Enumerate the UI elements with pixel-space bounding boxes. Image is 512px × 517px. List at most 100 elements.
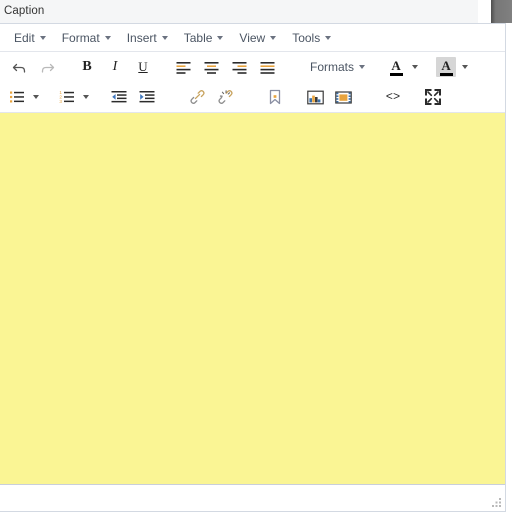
fullscreen-button[interactable] xyxy=(419,84,447,110)
toolbar-row-1: B I U Formats A A xyxy=(0,52,505,82)
menu-item-view-label: View xyxy=(239,30,266,45)
numbered-list-dropdown-arrow[interactable] xyxy=(79,84,93,110)
toolbar-separator xyxy=(61,54,73,80)
caption-label: Caption xyxy=(4,5,45,17)
toolbar-separator xyxy=(43,84,55,110)
underline-icon: U xyxy=(138,59,148,74)
redo-icon xyxy=(41,63,54,73)
numbered-list-button[interactable]: 1 2 3 xyxy=(55,84,79,110)
chevron-down-icon xyxy=(412,65,419,69)
toolbar-row-2: 1 2 3 <> xyxy=(0,82,505,113)
bold-icon: B xyxy=(82,59,92,74)
source-code-icon: <> xyxy=(385,90,401,104)
source-code-button[interactable]: <> xyxy=(379,84,407,110)
chevron-down-icon xyxy=(217,35,224,40)
bullet-list-button[interactable] xyxy=(5,84,29,110)
resize-grip-icon[interactable] xyxy=(490,497,502,509)
bold-button[interactable]: B xyxy=(73,54,101,80)
unlink-button[interactable] xyxy=(211,84,239,110)
menu-item-format-label: Format xyxy=(61,30,100,45)
toolbar-separator xyxy=(422,54,434,80)
formats-label: Formats xyxy=(310,60,355,74)
chevron-down-icon xyxy=(462,65,469,69)
background-color-split-button[interactable]: A xyxy=(434,54,472,80)
formats-dropdown-button[interactable]: Formats xyxy=(303,54,372,80)
chevron-down-icon xyxy=(39,35,46,40)
toolbar-separator xyxy=(157,54,169,80)
menu-item-table[interactable]: Table xyxy=(176,27,232,49)
menu-item-format[interactable]: Format xyxy=(54,27,119,49)
italic-icon: I xyxy=(112,59,118,74)
bullet-list-icon xyxy=(10,91,24,103)
editor-body[interactable] xyxy=(0,113,505,484)
insert-media-button[interactable] xyxy=(329,84,357,110)
toolbar-separator xyxy=(239,84,261,110)
caption-gap xyxy=(478,0,491,23)
menu-item-tools-label: Tools xyxy=(292,30,321,45)
indent-button[interactable] xyxy=(133,84,161,110)
toolbar-separator xyxy=(161,84,183,110)
indent-icon xyxy=(139,91,155,103)
media-icon xyxy=(334,90,352,104)
link-icon xyxy=(189,90,205,104)
background-color-button[interactable]: A xyxy=(434,54,458,80)
background-color-icon: A xyxy=(436,57,457,77)
align-right-button[interactable] xyxy=(225,54,253,80)
align-left-button[interactable] xyxy=(169,54,197,80)
chevron-down-icon xyxy=(83,95,89,99)
numbered-list-split-button[interactable]: 1 2 3 xyxy=(55,84,93,110)
caption-strip: Caption xyxy=(0,0,512,23)
align-center-icon xyxy=(204,61,218,74)
statusbar xyxy=(0,485,505,511)
unlink-icon xyxy=(217,90,233,104)
align-justify-icon xyxy=(260,61,274,74)
text-color-dropdown-arrow[interactable] xyxy=(408,54,422,80)
italic-button[interactable]: I xyxy=(101,54,129,80)
editor-content-area[interactable] xyxy=(0,113,505,485)
svg-text:3: 3 xyxy=(59,99,62,104)
link-button[interactable] xyxy=(183,84,211,110)
chevron-down-icon xyxy=(33,95,39,99)
background-color-dropdown-arrow[interactable] xyxy=(458,54,472,80)
menu-item-view[interactable]: View xyxy=(231,27,284,49)
numbered-list-icon: 1 2 3 xyxy=(59,90,74,104)
scroll-corner-block xyxy=(491,0,512,23)
toolbar-separator xyxy=(289,84,301,110)
toolbar-separator xyxy=(407,84,419,110)
redo-button[interactable] xyxy=(33,54,61,80)
fullscreen-icon xyxy=(425,89,441,105)
toolbar-separator xyxy=(93,84,105,110)
menu-item-edit[interactable]: Edit xyxy=(6,27,54,49)
menu-item-insert[interactable]: Insert xyxy=(119,27,176,49)
tinymce-editor-window: Caption Edit Format Insert Table View To… xyxy=(0,0,512,517)
undo-button[interactable] xyxy=(5,54,33,80)
text-color-button[interactable]: A xyxy=(384,54,408,80)
editor-frame: Edit Format Insert Table View Tools B I … xyxy=(0,23,506,512)
toolbar-separator xyxy=(281,54,303,80)
toolbar-separator xyxy=(357,84,379,110)
chevron-down-icon xyxy=(359,65,366,69)
align-right-icon xyxy=(232,61,246,74)
align-left-icon xyxy=(176,61,190,74)
image-icon xyxy=(306,90,324,104)
text-color-icon: A xyxy=(386,57,406,77)
toolbar-separator xyxy=(372,54,384,80)
menu-item-table-label: Table xyxy=(183,30,213,45)
menu-item-insert-label: Insert xyxy=(126,30,157,45)
menubar: Edit Format Insert Table View Tools xyxy=(0,24,505,52)
insert-image-button[interactable] xyxy=(301,84,329,110)
underline-button[interactable]: U xyxy=(129,54,157,80)
align-justify-button[interactable] xyxy=(253,54,281,80)
text-color-split-button[interactable]: A xyxy=(384,54,422,80)
undo-icon xyxy=(12,63,25,73)
anchor-button[interactable] xyxy=(261,84,289,110)
align-center-button[interactable] xyxy=(197,54,225,80)
chevron-down-icon xyxy=(104,35,111,40)
bullet-list-split-button[interactable] xyxy=(5,84,43,110)
chevron-down-icon xyxy=(270,35,277,40)
bullet-list-dropdown-arrow[interactable] xyxy=(29,84,43,110)
menu-item-tools[interactable]: Tools xyxy=(284,27,339,49)
outdent-icon xyxy=(111,91,127,103)
chevron-down-icon xyxy=(161,35,168,40)
outdent-button[interactable] xyxy=(105,84,133,110)
